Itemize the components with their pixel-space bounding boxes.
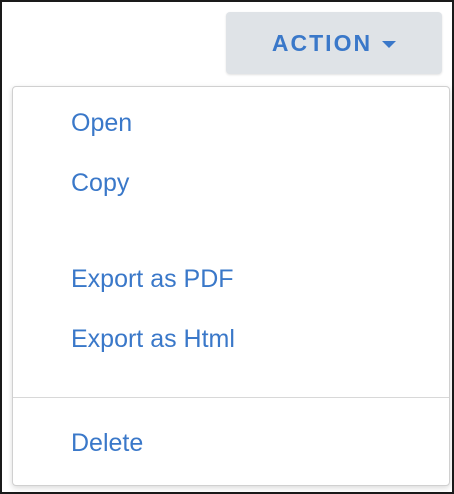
menu-item-open[interactable]: Open (71, 107, 132, 139)
menu-item-delete[interactable]: Delete (71, 427, 143, 459)
action-dropdown-menu: Open Copy Export as PDF Export as Html D… (12, 86, 450, 486)
menu-item-export-html[interactable]: Export as Html (71, 323, 235, 355)
window-frame: ACTION Open Copy Export as PDF Export as… (0, 0, 454, 494)
menu-item-export-pdf[interactable]: Export as PDF (71, 263, 234, 295)
menu-divider (13, 397, 449, 398)
action-dropdown-button[interactable]: ACTION (226, 12, 442, 74)
action-button-label: ACTION (271, 29, 373, 56)
caret-down-icon (382, 40, 397, 48)
menu-item-copy[interactable]: Copy (71, 167, 129, 199)
